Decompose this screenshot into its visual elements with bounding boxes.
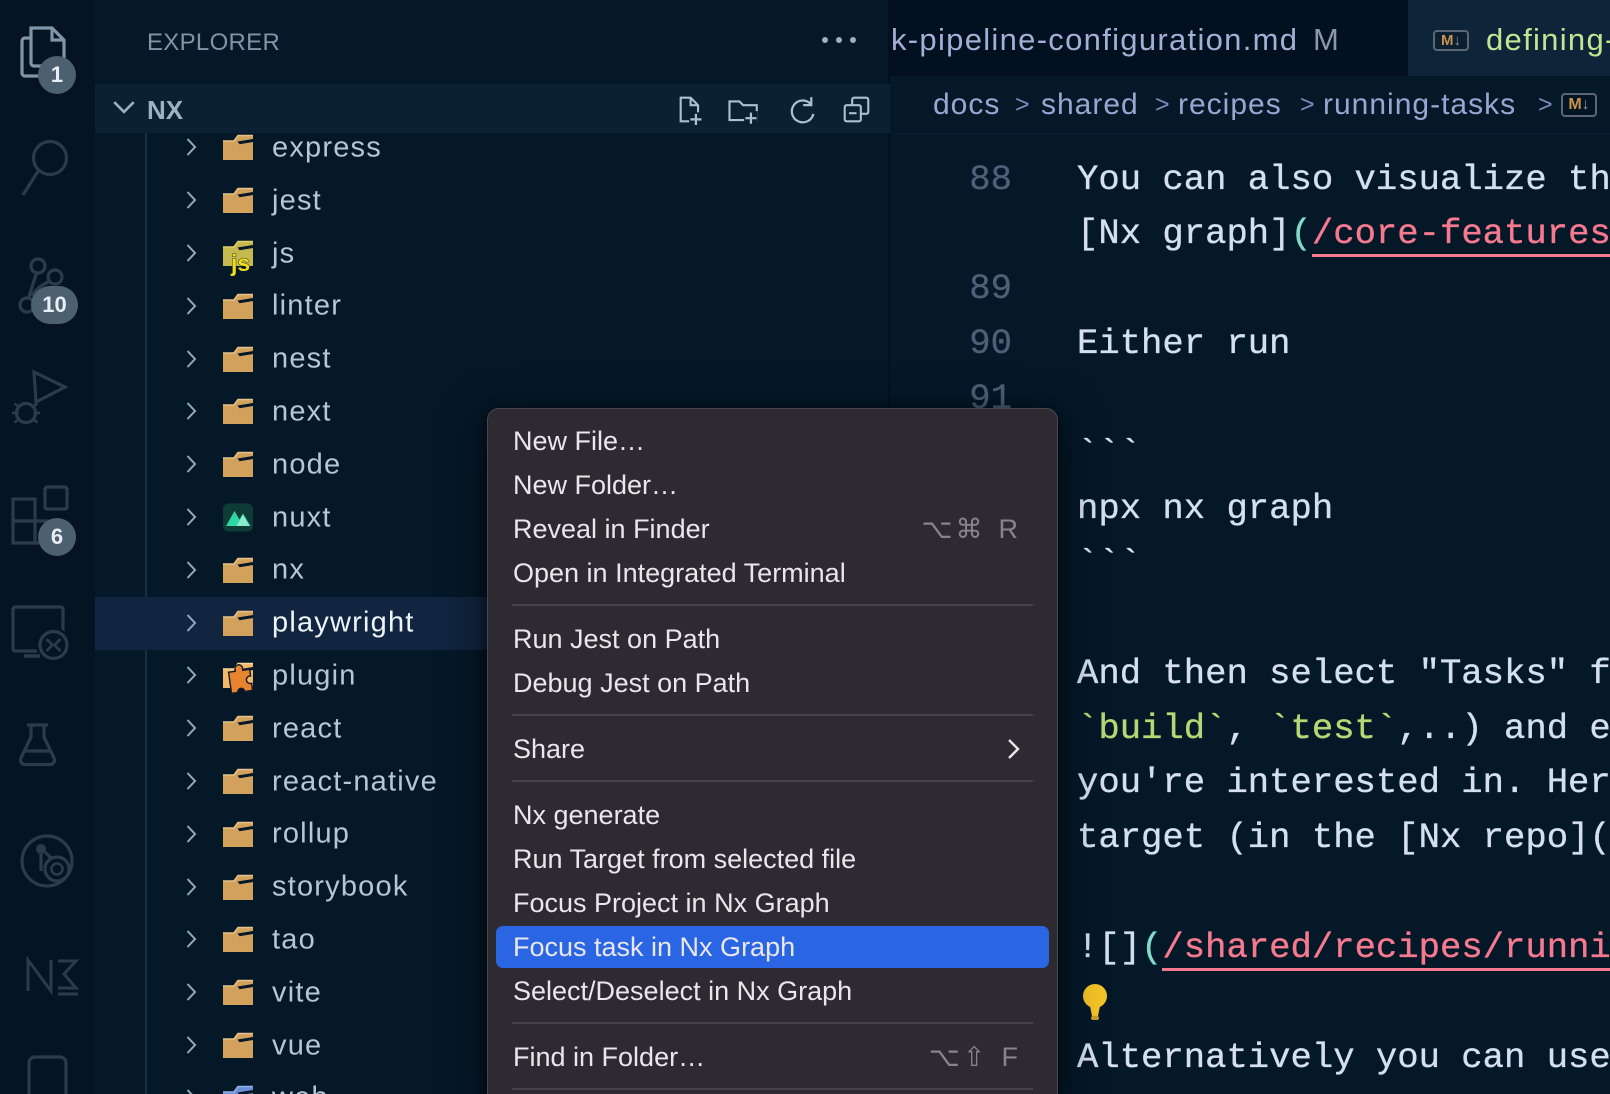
svg-text:js: js	[230, 250, 250, 276]
